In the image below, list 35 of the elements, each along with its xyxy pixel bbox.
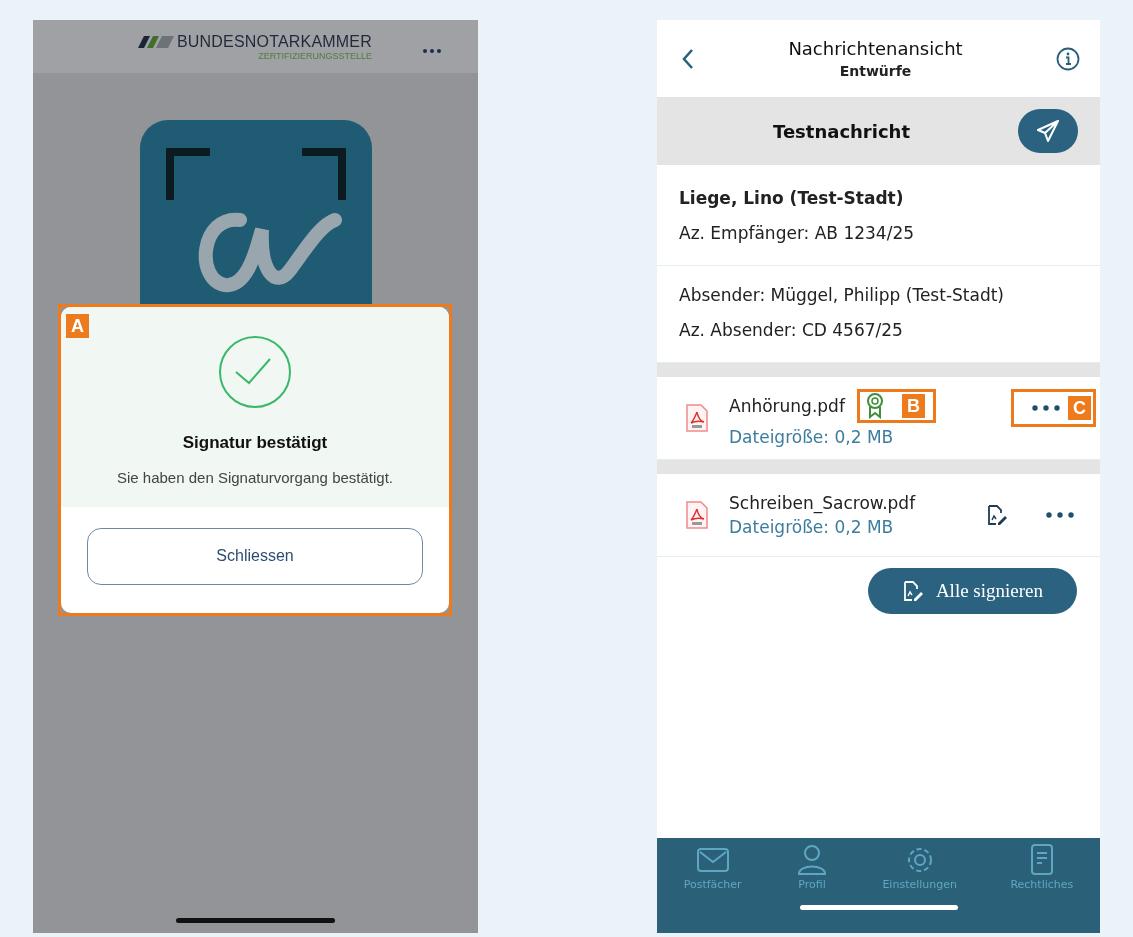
more-icon[interactable] (422, 47, 442, 54)
back-icon[interactable] (681, 47, 695, 70)
sender-reference: Az. Absender: CD 4567/25 (679, 319, 904, 342)
sign-document-icon (901, 580, 924, 602)
attachment-row[interactable]: Schreiben_Sacrow.pdf Dateigröße: 0,2 MB (657, 474, 1100, 557)
message-subject: Testnachricht (773, 120, 910, 142)
sign-all-button[interactable]: Alle signieren (867, 568, 1077, 614)
dialog-message: Sie haben den Signaturvorgang bestätigt. (116, 469, 393, 486)
logo-title: BUNDESNOTARKAMMER (176, 32, 372, 51)
dialog-title: Signatur bestätigt (182, 433, 328, 453)
pdf-file-icon (685, 500, 709, 530)
logo-stripes-icon (137, 35, 174, 48)
ribbon-badge-icon (865, 393, 884, 419)
recipient-reference: Az. Empfänger: AB 1234/25 (679, 222, 916, 245)
info-icon[interactable] (1056, 46, 1080, 71)
check-circle-icon (218, 335, 292, 409)
sender-name: Absender: Müggel, Philipp (Test-Stadt) (679, 284, 1005, 307)
file-size: Dateigröße: 0,2 MB (729, 427, 895, 447)
screen-title: Nachrichtenansicht (788, 38, 963, 59)
logo-subtitle: ZERTIFIZIERUNGSSTELLE (258, 50, 372, 61)
callout-label: A (66, 314, 89, 338)
pdf-file-icon (685, 403, 709, 433)
close-button[interactable]: Schliessen (87, 527, 423, 585)
paper-plane-icon (1036, 120, 1060, 142)
file-name: Schreiben_Sacrow.pdf (729, 493, 916, 513)
callout-label: B (901, 394, 925, 418)
more-icon[interactable] (1046, 512, 1074, 518)
screen-subtitle: Entwürfe (838, 63, 913, 79)
send-button[interactable] (1018, 109, 1078, 153)
file-size: Dateigröße: 0,2 MB (729, 517, 895, 537)
more-icon[interactable] (1032, 405, 1060, 411)
callout-label: C (1068, 396, 1091, 420)
file-name: Anhörung.pdf (729, 396, 845, 416)
recipient-name: Liege, Lino (Test-Stadt) (679, 187, 905, 210)
sign-document-icon[interactable] (986, 504, 1008, 526)
